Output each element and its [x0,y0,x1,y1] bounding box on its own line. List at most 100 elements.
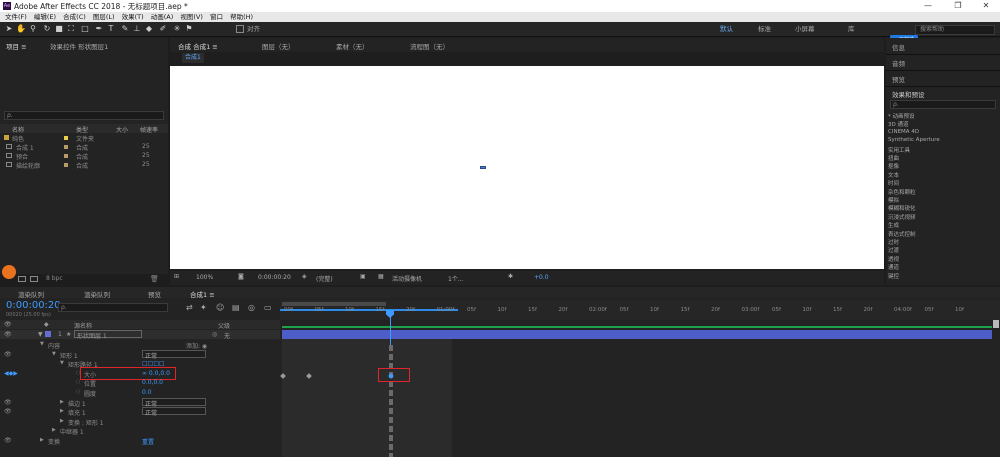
zoom-tool-icon[interactable]: ⚲ [28,24,38,34]
tab-composition[interactable]: 合成 合成1 ≡ [178,41,218,51]
twirl-arrow-icon[interactable]: ▼ [60,360,64,366]
clone-stamp-tool-icon[interactable]: ⊥ [132,24,142,34]
property-value[interactable]: 重置 [142,437,154,446]
effects-category[interactable]: 沉浸式视频 [888,213,916,221]
stopwatch-icon[interactable]: ◌ [76,389,80,395]
property-row[interactable]: 👁 ▼ 矩形 1 正常 [0,349,280,360]
effects-category[interactable]: 透视 [888,255,899,263]
twirl-arrow-icon[interactable]: ▶ [60,418,64,424]
expand-arrow-icon[interactable]: ▼ [38,331,43,338]
effects-category[interactable]: 过渡 [888,246,899,254]
twirl-arrow-icon[interactable]: ▶ [60,408,64,414]
motion-blur-icon[interactable]: ◎ [248,303,255,312]
blend-mode-select[interactable]: 正常 [142,397,206,408]
parent-pickwhip-icon[interactable]: ◎ [212,331,217,338]
work-area-bar[interactable] [282,302,386,306]
eraser-tool-icon[interactable]: ◆ [144,24,154,34]
eye-icon[interactable]: 👁 [4,399,12,406]
property-row[interactable]: ▶ 中继器 1 [0,426,280,436]
menu-window[interactable]: 窗口 [210,12,223,22]
interpret-footage-icon[interactable] [18,276,26,282]
menu-file[interactable]: 文件(F) [5,12,27,22]
comp-viewer-canvas[interactable] [170,66,884,269]
timeline-zoom-handle-icon[interactable] [993,320,999,328]
brush-tool-icon[interactable]: ✎ [120,24,130,34]
twirl-arrow-icon[interactable]: ▼ [52,351,56,357]
puppet-tool-icon[interactable]: ✳ [172,24,182,34]
effects-category[interactable]: 生成 [888,221,899,229]
panel-info[interactable]: 信息 [892,42,905,52]
tab-flowchart[interactable]: 流程图（无） [410,41,449,51]
effects-category[interactable]: 过时 [888,238,899,246]
menu-composition[interactable]: 合成(C) [63,12,86,22]
col-source-name[interactable]: 源名称 [74,321,92,330]
workspace-default[interactable]: 默认 [720,24,733,35]
effects-category[interactable]: 通道 [888,263,899,271]
effects-category[interactable]: CINEMA 4D [888,129,919,135]
bpc-label[interactable]: 8 bpc [46,275,63,282]
pin-tool-icon[interactable]: ⚑ [184,24,194,34]
close-button[interactable]: ✕ [972,0,1000,12]
effects-search-input[interactable]: ρ. [890,100,996,109]
property-row[interactable]: ◌ 大小 ∞ 0.0,0.0 ◀◆▶ [0,366,280,380]
property-value[interactable]: 0.0 [142,389,152,396]
new-folder-icon[interactable] [30,276,38,282]
roto-brush-tool-icon[interactable]: ✐ [158,24,168,34]
hand-tool-icon[interactable]: ✋ [16,24,26,34]
project-search-input[interactable]: ρ. [4,111,164,120]
panel-audio[interactable]: 音频 [892,58,905,68]
camera-tool-icon[interactable]: ■ [54,24,64,34]
property-row[interactable]: 👁 ▶ 变换 重置 [0,436,280,446]
effects-category[interactable]: 键控 [888,272,899,280]
shy-icon[interactable]: ☺ [216,303,224,312]
menu-edit[interactable]: 编辑(E) [34,12,56,22]
tab-preview[interactable]: 预览 [148,289,161,299]
label-color-icon[interactable] [45,331,51,337]
menu-view[interactable]: 视图(V) [180,12,203,22]
tab-comp1[interactable]: 合成1 ≡ [190,289,215,299]
show-snapshot-icon[interactable]: ◈ [302,273,307,280]
graph-editor-icon[interactable]: ▭ [264,303,272,312]
restore-button[interactable]: ❐ [944,0,972,12]
layer-name[interactable]: 形状图层 1 [74,330,142,340]
col-fps[interactable]: 帧速率 [140,125,158,134]
blend-mode-select[interactable]: 正常 [142,349,206,360]
property-row[interactable]: ▼ 内容 添加: ◉ [0,340,280,350]
snap-checkbox[interactable] [236,25,244,33]
effects-category[interactable]: 3D 通道 [888,120,908,128]
effects-category[interactable]: 文本 [888,171,899,179]
list-item[interactable]: 描绘轮廓 合成 25 [0,161,168,170]
property-row[interactable]: 👁 ▶ 填充 1 正常 [0,407,280,417]
col-name[interactable]: 名称 [12,125,24,134]
timeline-search-input[interactable]: ρ. [58,303,168,312]
twirl-arrow-icon[interactable]: ▼ [40,341,44,347]
views-select[interactable]: 1个... [448,274,464,283]
parent-select[interactable]: 无 [224,331,230,340]
tab-render-queue-1[interactable]: 渲染队列 [18,289,44,299]
menu-help[interactable]: 帮助(H) [230,12,253,22]
twirl-arrow-icon[interactable]: ▶ [52,427,56,433]
layer-duration-bar[interactable] [282,330,992,339]
workspace-small-screen[interactable]: 小屏幕 [795,24,815,35]
keyframe-navigator-icon[interactable]: ◀◆▶ [4,370,18,377]
pan-behind-tool-icon[interactable]: ⛶ [66,24,76,34]
menu-effect[interactable]: 效果(T) [122,12,144,22]
comp-breadcrumb[interactable]: 合成1 [182,53,204,63]
layer-row[interactable]: 👁 ▼ 1 ★ 形状图层 1 ◎ 无 [0,330,280,340]
tab-render-queue-2[interactable]: 渲染队列 [84,289,110,299]
workspace-standard[interactable]: 标准 [758,24,771,35]
reset-exposure-icon[interactable]: ✱ [508,273,513,280]
camera-select[interactable]: 活动摄像机 [392,274,422,283]
effects-category[interactable]: 时间 [888,179,899,187]
property-row[interactable]: ◌ 位置 0.0,0.0 [0,378,280,388]
comp-mini-flowchart-icon[interactable]: ⇄ [186,303,193,312]
blend-mode-select[interactable]: 正常 [142,407,206,417]
tab-footage[interactable]: 素材（无） [336,41,369,51]
list-item[interactable]: 纯色 文件夹 [0,134,168,143]
snapshot-icon[interactable]: ◙ [238,273,244,280]
effects-category[interactable]: Synthetic Aperture [888,137,940,143]
effects-category[interactable]: 扭曲 [888,154,899,162]
menu-animation[interactable]: 动画(A) [151,12,174,22]
selection-tool-icon[interactable]: ➤ [4,24,14,34]
stopwatch-icon[interactable]: ◌ [76,379,80,385]
